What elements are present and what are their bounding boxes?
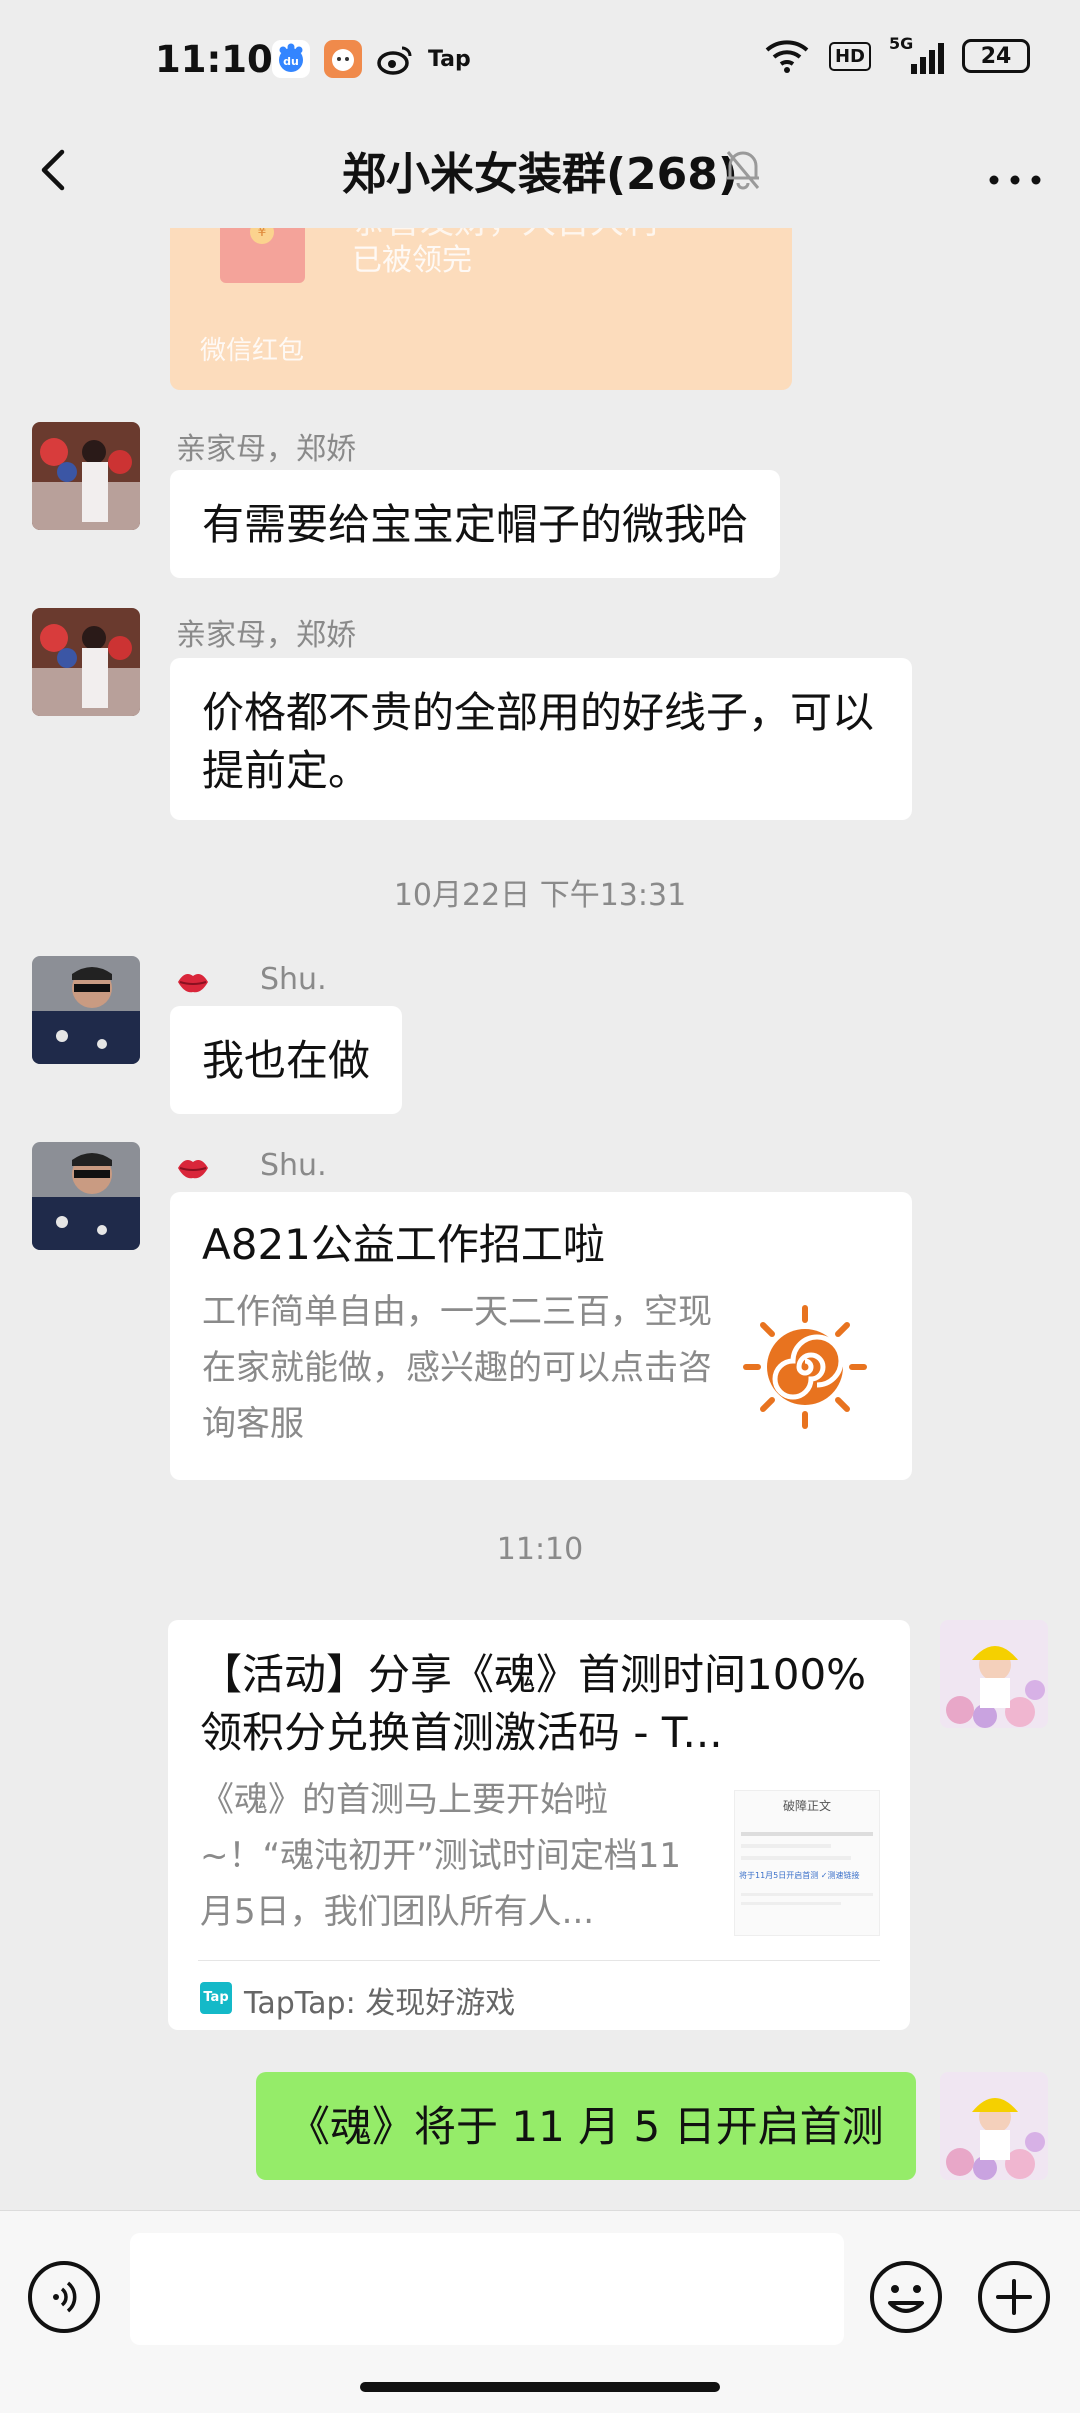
- avatar[interactable]: [32, 956, 140, 1064]
- taptap-status-icon: Tap: [428, 46, 471, 72]
- more-functions-button[interactable]: [976, 2259, 1052, 2335]
- my-avatar[interactable]: [940, 1620, 1048, 1728]
- plus-icon: [978, 2261, 1050, 2333]
- notification-icons: du Tap: [272, 40, 471, 78]
- thumbnail-line: 将于11月5日开启首测 ✓测速链接: [739, 1871, 860, 1880]
- wifi-icon: [765, 40, 809, 73]
- red-envelope-icon: ¥: [220, 228, 305, 283]
- avatar[interactable]: [32, 422, 140, 530]
- emoji-button[interactable]: [868, 2259, 944, 2335]
- chat-header: 郑小米女装群(268): [0, 120, 1080, 228]
- message-list[interactable]: ¥ 恭喜发财，大吉大利 已被领完 微信红包 亲家母，郑娇 有需要给宝宝定帽子的微…: [0, 228, 1080, 2210]
- message-bubble[interactable]: 《魂》将于 11 月 5 日开启首测: [256, 2072, 916, 2180]
- card-title: A821公益工作招工啦: [202, 1220, 605, 1269]
- message-bubble[interactable]: 价格都不贵的全部用的好线子，可以提前定。: [170, 658, 912, 820]
- red-packet-status: 已被领完: [352, 243, 472, 278]
- card-description: 工作简单自由，一天二三百，空现在家就能做，感兴趣的可以点击咨询客服: [202, 1292, 712, 1444]
- network-type: 5G: [889, 34, 914, 53]
- emoji-icon: [870, 2261, 942, 2333]
- mute-bell-icon: [722, 142, 764, 198]
- article-thumbnail: 破障正文 将于11月5日开启首测 ✓测速链接: [734, 1790, 880, 1936]
- home-indicator[interactable]: [360, 2382, 720, 2392]
- weibo-icon: [376, 40, 414, 78]
- sender-name: Shu.: [260, 962, 327, 997]
- lips-emoji-icon: [178, 1160, 208, 1179]
- red-packet-label: 微信红包: [200, 336, 305, 366]
- sun-spiral-icon: [743, 1305, 867, 1429]
- status-bar: 11:10 du Tap HD 5G 24: [0, 0, 1080, 120]
- game-app-icon: [324, 40, 362, 78]
- hd-badge: HD: [828, 41, 871, 71]
- baidu-icon: du: [272, 40, 310, 78]
- avatar[interactable]: [32, 608, 140, 716]
- message-input[interactable]: [130, 2233, 844, 2345]
- battery-indicator: 24: [962, 39, 1030, 73]
- card-source: TapTap: 发现好游戏: [244, 1986, 516, 2021]
- more-dots-icon: [989, 175, 1041, 185]
- card-divider: [198, 1960, 880, 1961]
- avatar[interactable]: [32, 1142, 140, 1250]
- system-icons: HD 5G 24: [763, 34, 1030, 74]
- red-packet-message[interactable]: ¥ 恭喜发财，大吉大利 已被领完 微信红包: [170, 228, 792, 390]
- battery-level: 24: [980, 43, 1012, 69]
- message-timestamp: 11:10: [496, 1532, 584, 1567]
- sender-name: Shu.: [260, 1148, 327, 1183]
- taptap-icon: Tap: [200, 1982, 232, 2014]
- message-bubble[interactable]: 有需要给宝宝定帽子的微我哈: [170, 470, 781, 578]
- sender-name: 亲家母，郑娇: [176, 618, 356, 653]
- thumbnail-heading: 破障正文: [782, 1799, 831, 1813]
- link-card-message[interactable]: A821公益工作招工啦 工作简单自由，一天二三百，空现在家就能做，感兴趣的可以点…: [170, 1192, 912, 1480]
- voice-icon: [53, 2281, 77, 2313]
- card-title: 【活动】分享《魂》首测时间100%领积分兑换首测激活码 - T...: [200, 1650, 867, 1757]
- chat-title: 郑小米女装群(268): [341, 149, 739, 200]
- signal-icon: 5G: [889, 34, 944, 74]
- message-bubble[interactable]: 我也在做: [170, 1006, 403, 1114]
- my-avatar[interactable]: [940, 2072, 1048, 2180]
- more-options-button[interactable]: [980, 138, 1050, 198]
- sender-name: 亲家母，郑娇: [176, 432, 356, 467]
- card-description: 《魂》的首测马上要开始啦~！“魂沌初开”测试时间定档11月5日，我们团队所有人.…: [200, 1780, 681, 1932]
- status-time: 11:10: [155, 38, 273, 81]
- svg-text:du: du: [283, 55, 299, 68]
- lips-emoji-icon: [178, 974, 208, 993]
- voice-input-button[interactable]: [28, 2261, 100, 2333]
- link-card-message[interactable]: 【活动】分享《魂》首测时间100%领积分兑换首测激活码 - T... 《魂》的首…: [168, 1620, 910, 2030]
- message-timestamp: 10月22日 下午13:31: [393, 878, 687, 913]
